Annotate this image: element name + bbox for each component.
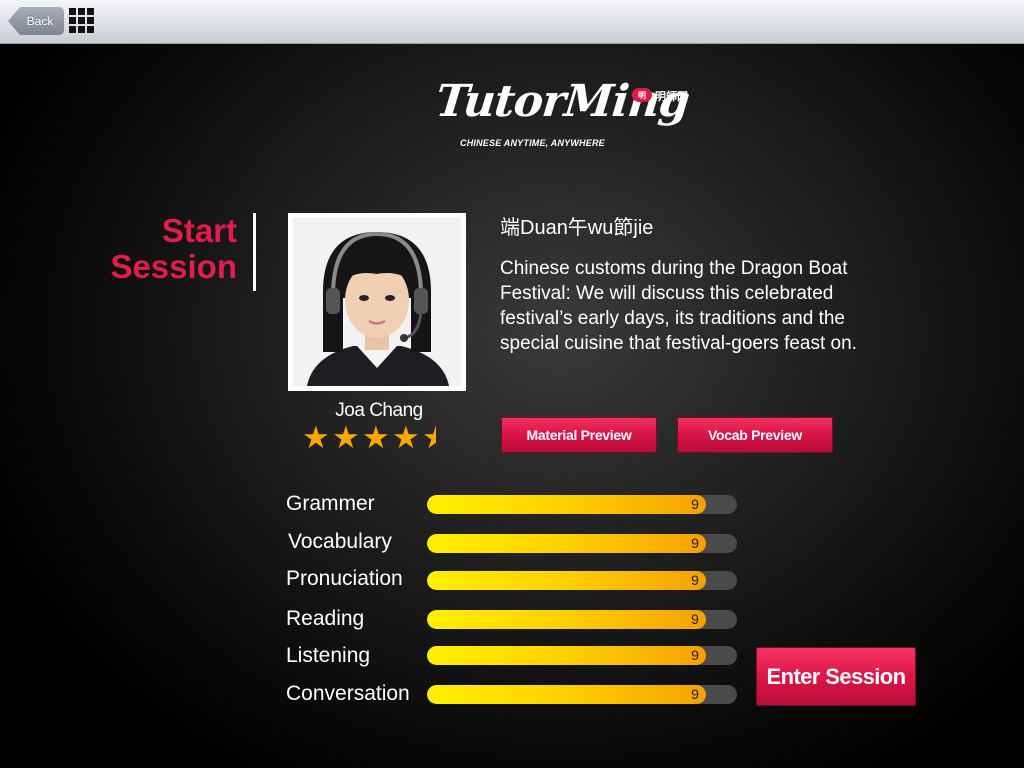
enter-session-button[interactable]: Enter Session bbox=[756, 647, 916, 706]
star-icon: ★ bbox=[362, 420, 390, 455]
skill-label-vocabulary: Vocabulary bbox=[288, 530, 392, 553]
star-icon: ★ bbox=[302, 420, 330, 455]
session-description: Chinese customs during the Dragon Boat F… bbox=[500, 258, 857, 354]
skill-value-pronuciation: 9 bbox=[691, 572, 699, 588]
half-star-icon: ★ bbox=[422, 423, 436, 453]
tutor-photo bbox=[293, 218, 461, 386]
page-title-line1: Start bbox=[161, 212, 237, 249]
skill-bar-fill bbox=[427, 646, 706, 665]
skill-value-reading: 9 bbox=[691, 611, 699, 627]
logo-wordmark: TutorMing bbox=[433, 76, 692, 127]
material-preview-button[interactable]: Material Preview bbox=[501, 417, 657, 453]
logo-badge-icon: 明 bbox=[632, 88, 652, 102]
vocab-preview-label: Vocab Preview bbox=[708, 427, 802, 443]
skill-label-pronuciation: Pronuciation bbox=[286, 567, 403, 590]
session-title: 端Duan午wu節jie bbox=[500, 217, 654, 239]
star-icon: ★ bbox=[332, 420, 360, 455]
tutorming-logo: TutorMing 明 明師网 CHINESE ANYTIME, ANYWHER… bbox=[433, 76, 716, 152]
skill-label-listening: Listening bbox=[286, 644, 371, 667]
skill-bar-fill bbox=[427, 571, 706, 590]
skill-value-listening: 9 bbox=[691, 647, 699, 663]
page-title: Start Session bbox=[100, 213, 237, 285]
tutor-photo-frame bbox=[288, 213, 466, 391]
skill-label-conversation: Conversation bbox=[286, 682, 410, 705]
top-bar: Back bbox=[0, 0, 1024, 44]
skill-value-conversation: 9 bbox=[691, 686, 699, 702]
enter-session-label: Enter Session bbox=[766, 663, 907, 689]
logo-partner-text: 明師网 bbox=[655, 91, 688, 103]
tutor-rating: ★ ★ ★ ★ ★ bbox=[302, 420, 436, 455]
grid-menu-icon[interactable] bbox=[69, 8, 95, 34]
skill-value-grammer: 9 bbox=[691, 496, 699, 512]
back-button[interactable]: Back bbox=[8, 7, 64, 35]
logo-tagline: CHINESE ANYTIME, ANYWHERE bbox=[460, 138, 605, 148]
skill-bar-fill bbox=[427, 610, 706, 629]
skill-label-grammer: Grammer bbox=[286, 492, 375, 515]
skill-bar-fill bbox=[427, 685, 706, 704]
material-preview-label: Material Preview bbox=[526, 427, 632, 443]
vocab-preview-button[interactable]: Vocab Preview bbox=[677, 417, 833, 453]
skill-bar-fill bbox=[427, 495, 706, 514]
back-button-label: Back bbox=[26, 14, 54, 28]
skill-label-reading: Reading bbox=[286, 607, 365, 630]
star-icon: ★ bbox=[392, 420, 420, 455]
title-divider bbox=[253, 213, 256, 291]
page-title-line2: Session bbox=[110, 248, 237, 285]
skill-bar-fill bbox=[427, 534, 706, 553]
tutor-name: Joa Chang bbox=[335, 400, 423, 421]
skill-value-vocabulary: 9 bbox=[691, 535, 699, 551]
